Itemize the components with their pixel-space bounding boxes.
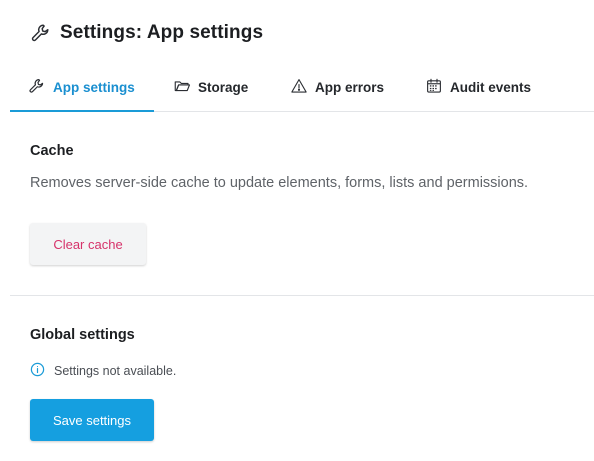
info-icon	[30, 362, 45, 380]
tab-app-settings[interactable]: App settings	[10, 64, 154, 112]
tab-label: Storage	[198, 80, 249, 95]
page-title: Settings: App settings	[60, 22, 264, 43]
cache-description: Removes server-side cache to update elem…	[30, 175, 529, 191]
global-settings-title: Global settings	[30, 327, 135, 343]
tab-storage[interactable]: Storage	[173, 64, 248, 111]
cache-section-title: Cache	[30, 143, 74, 159]
tab-bar: App settings Storage App errors Audit ev…	[10, 64, 594, 112]
tab-label: App settings	[53, 80, 135, 95]
save-settings-button[interactable]: Save settings	[30, 399, 154, 441]
page-header: Settings: App settings	[30, 22, 263, 44]
tab-label: App errors	[315, 80, 385, 95]
tab-label: Audit events	[450, 80, 532, 95]
folder-icon	[173, 77, 191, 98]
info-message: Settings not available.	[30, 362, 176, 380]
info-text: Settings not available.	[54, 364, 177, 378]
clear-cache-button[interactable]: Clear cache	[30, 223, 146, 265]
wrench-icon	[28, 77, 46, 98]
calendar-icon	[425, 77, 443, 98]
wrench-icon	[30, 22, 52, 44]
warning-icon	[290, 77, 308, 98]
tab-app-errors[interactable]: App errors	[290, 64, 384, 111]
tab-audit-events[interactable]: Audit events	[425, 64, 531, 111]
section-divider	[10, 295, 594, 296]
